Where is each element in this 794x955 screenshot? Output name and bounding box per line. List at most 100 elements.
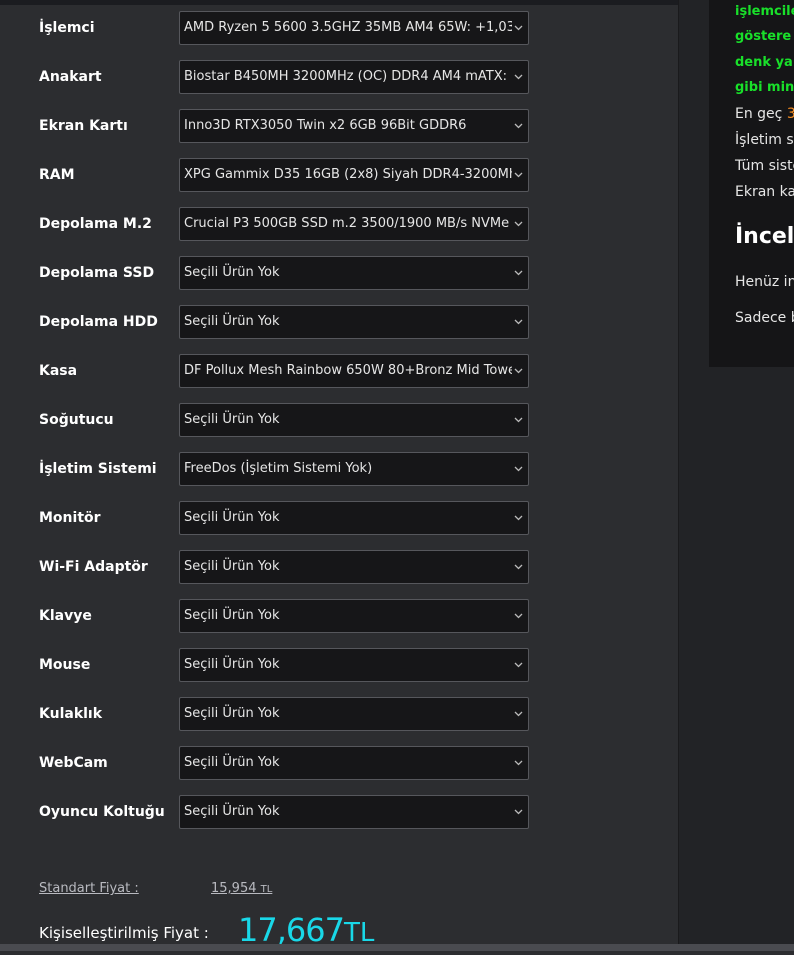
info-text-line: Ekran ka [735,184,794,200]
component-select-value: Crucial P3 500GB SSD m.2 3500/1900 MB/s … [184,216,510,231]
component-row: Mouse Seçili Ürün Yok [0,648,678,682]
component-select[interactable]: Inno3D RTX3050 Twin x2 6GB 96Bit GDDR6 [179,109,529,143]
chevron-down-icon [513,208,523,240]
component-label: Anakart [39,69,102,85]
component-row: Depolama SSD Seçili Ürün Yok [0,256,678,290]
component-select[interactable]: Seçili Ürün Yok [179,599,529,633]
chevron-down-icon [513,110,523,142]
component-label: Monitör [39,510,101,526]
component-select[interactable]: FreeDos (İşletim Sistemi Yok) [179,452,529,486]
component-select[interactable]: Seçili Ürün Yok [179,795,529,829]
component-label: Oyuncu Koltuğu [39,804,165,820]
standard-price-currency: TL [260,884,273,895]
component-select[interactable]: AMD Ryzen 5 5600 3.5GHZ 35MB AM4 65W: +1… [179,11,529,45]
component-row: İşlemci AMD Ryzen 5 5600 3.5GHZ 35MB AM4 … [0,11,678,45]
component-select-value: Seçili Ürün Yok [184,755,280,770]
custom-price-label: Kişiselleştirilmiş Fiyat : [39,924,209,942]
info-text-line: İşletim si [735,132,794,148]
chevron-down-icon [513,649,523,681]
delivery-line: En geç 3 [735,106,794,122]
chevron-down-icon [513,404,523,436]
component-select[interactable]: Seçili Ürün Yok [179,403,529,437]
chevron-down-icon [513,796,523,828]
component-select-value: Seçili Ürün Yok [184,608,280,623]
component-label: Mouse [39,657,91,673]
component-select[interactable]: Seçili Ürün Yok [179,746,529,780]
component-select[interactable]: XPG Gammix D35 16GB (2x8) Siyah DDR4-320… [179,158,529,192]
component-select[interactable]: Seçili Ürün Yok [179,648,529,682]
standard-price-value[interactable]: 15,954 TL [211,878,272,901]
chevron-down-icon [513,12,523,44]
component-row: Depolama HDD Seçili Ürün Yok [0,305,678,339]
component-select[interactable]: Seçili Ürün Yok [179,256,529,290]
info-text-line: Tüm siste [735,158,794,174]
component-label: Kulaklık [39,706,103,722]
component-row: Soğutucu Seçili Ürün Yok [0,403,678,437]
component-select[interactable]: Seçili Ürün Yok [179,501,529,535]
component-label: Soğutucu [39,412,114,428]
component-label: Ekran Kartı [39,118,128,134]
delivery-highlight: 3 [786,106,794,122]
component-select[interactable]: Seçili Ürün Yok [179,305,529,339]
reviews-text: Sadece b [735,310,794,326]
component-row: Wi-Fi Adaptör Seçili Ürün Yok [0,550,678,584]
chevron-down-icon [513,453,523,485]
chevron-down-icon [513,306,523,338]
delivery-prefix: En geç [735,106,787,122]
component-label: WebCam [39,755,108,771]
component-row: WebCam Seçili Ürün Yok [0,746,678,780]
component-select[interactable]: Crucial P3 500GB SSD m.2 3500/1900 MB/s … [179,207,529,241]
component-select-value: XPG Gammix D35 16GB (2x8) Siyah DDR4-320… [184,167,512,182]
component-label: Depolama M.2 [39,216,152,232]
component-select-value: Seçili Ürün Yok [184,412,280,427]
component-select[interactable]: Seçili Ürün Yok [179,697,529,731]
component-row: Depolama M.2 Crucial P3 500GB SSD m.2 350… [0,207,678,241]
standard-price: Standart Fiyat : 15,954 TL [39,878,339,900]
component-select[interactable]: DF Pollux Mesh Rainbow 650W 80+Bronz Mid… [179,354,529,388]
component-select[interactable]: Seçili Ürün Yok [179,550,529,584]
component-select-value: Seçili Ürün Yok [184,265,280,280]
chevron-down-icon [513,698,523,730]
chevron-down-icon [513,600,523,632]
component-row: Kulaklık Seçili Ürün Yok [0,697,678,731]
reviews-heading: İncele [735,224,794,249]
info-text-line: göstere [735,29,792,44]
component-row: Kasa DF Pollux Mesh Rainbow 650W 80+Bronz… [0,354,678,388]
chevron-down-icon [513,61,523,93]
component-select-value: Inno3D RTX3050 Twin x2 6GB 96Bit GDDR6 [184,118,467,133]
chevron-down-icon [513,159,523,191]
component-label: İşlemci [39,20,95,36]
chevron-down-icon [513,747,523,779]
component-label: İşletim Sistemi [39,461,157,477]
component-label: Wi-Fi Adaptör [39,559,148,575]
configurator-panel: İşlemci AMD Ryzen 5 5600 3.5GHZ 35MB AM4 … [0,5,678,951]
custom-price: Kişiselleştirilmiş Fiyat : 17,667TL [39,908,439,949]
chevron-down-icon [513,502,523,534]
standard-price-amount: 15,954 [211,881,257,896]
chevron-down-icon [513,551,523,583]
component-select-value: Seçili Ürün Yok [184,657,280,672]
reviews-text: Henüz in [735,274,794,290]
component-row: Monitör Seçili Ürün Yok [0,501,678,535]
component-select[interactable]: Biostar B450MH 3200MHz (OC) DDR4 AM4 mAT… [179,60,529,94]
info-text-line: denk ya [735,55,793,70]
info-text-line: işlemcile [735,4,794,19]
component-row: Oyuncu Koltuğu Seçili Ürün Yok [0,795,678,829]
component-label: RAM [39,167,75,183]
component-select-value: Seçili Ürün Yok [184,510,280,525]
component-select-value: AMD Ryzen 5 5600 3.5GHZ 35MB AM4 65W: +1… [184,20,512,35]
product-info-card: işlemcile göstere denk ya gibi min En ge… [709,0,794,367]
component-select-value: FreeDos (İşletim Sistemi Yok) [184,461,373,476]
bottom-scrollbar[interactable] [0,944,794,951]
chevron-down-icon [513,257,523,289]
component-select-value: Seçili Ürün Yok [184,804,280,819]
component-select-value: Biostar B450MH 3200MHz (OC) DDR4 AM4 mAT… [184,69,512,84]
component-label: Depolama SSD [39,265,155,281]
component-label: Klavye [39,608,92,624]
component-select-value: Seçili Ürün Yok [184,706,280,721]
component-select-value: Seçili Ürün Yok [184,314,280,329]
standard-price-label[interactable]: Standart Fiyat : [39,878,139,900]
component-select-value: DF Pollux Mesh Rainbow 650W 80+Bronz Mid… [184,363,512,378]
info-text-line: gibi min [735,80,794,95]
component-row: İşletim Sistemi FreeDos (İşletim Sistemi … [0,452,678,486]
